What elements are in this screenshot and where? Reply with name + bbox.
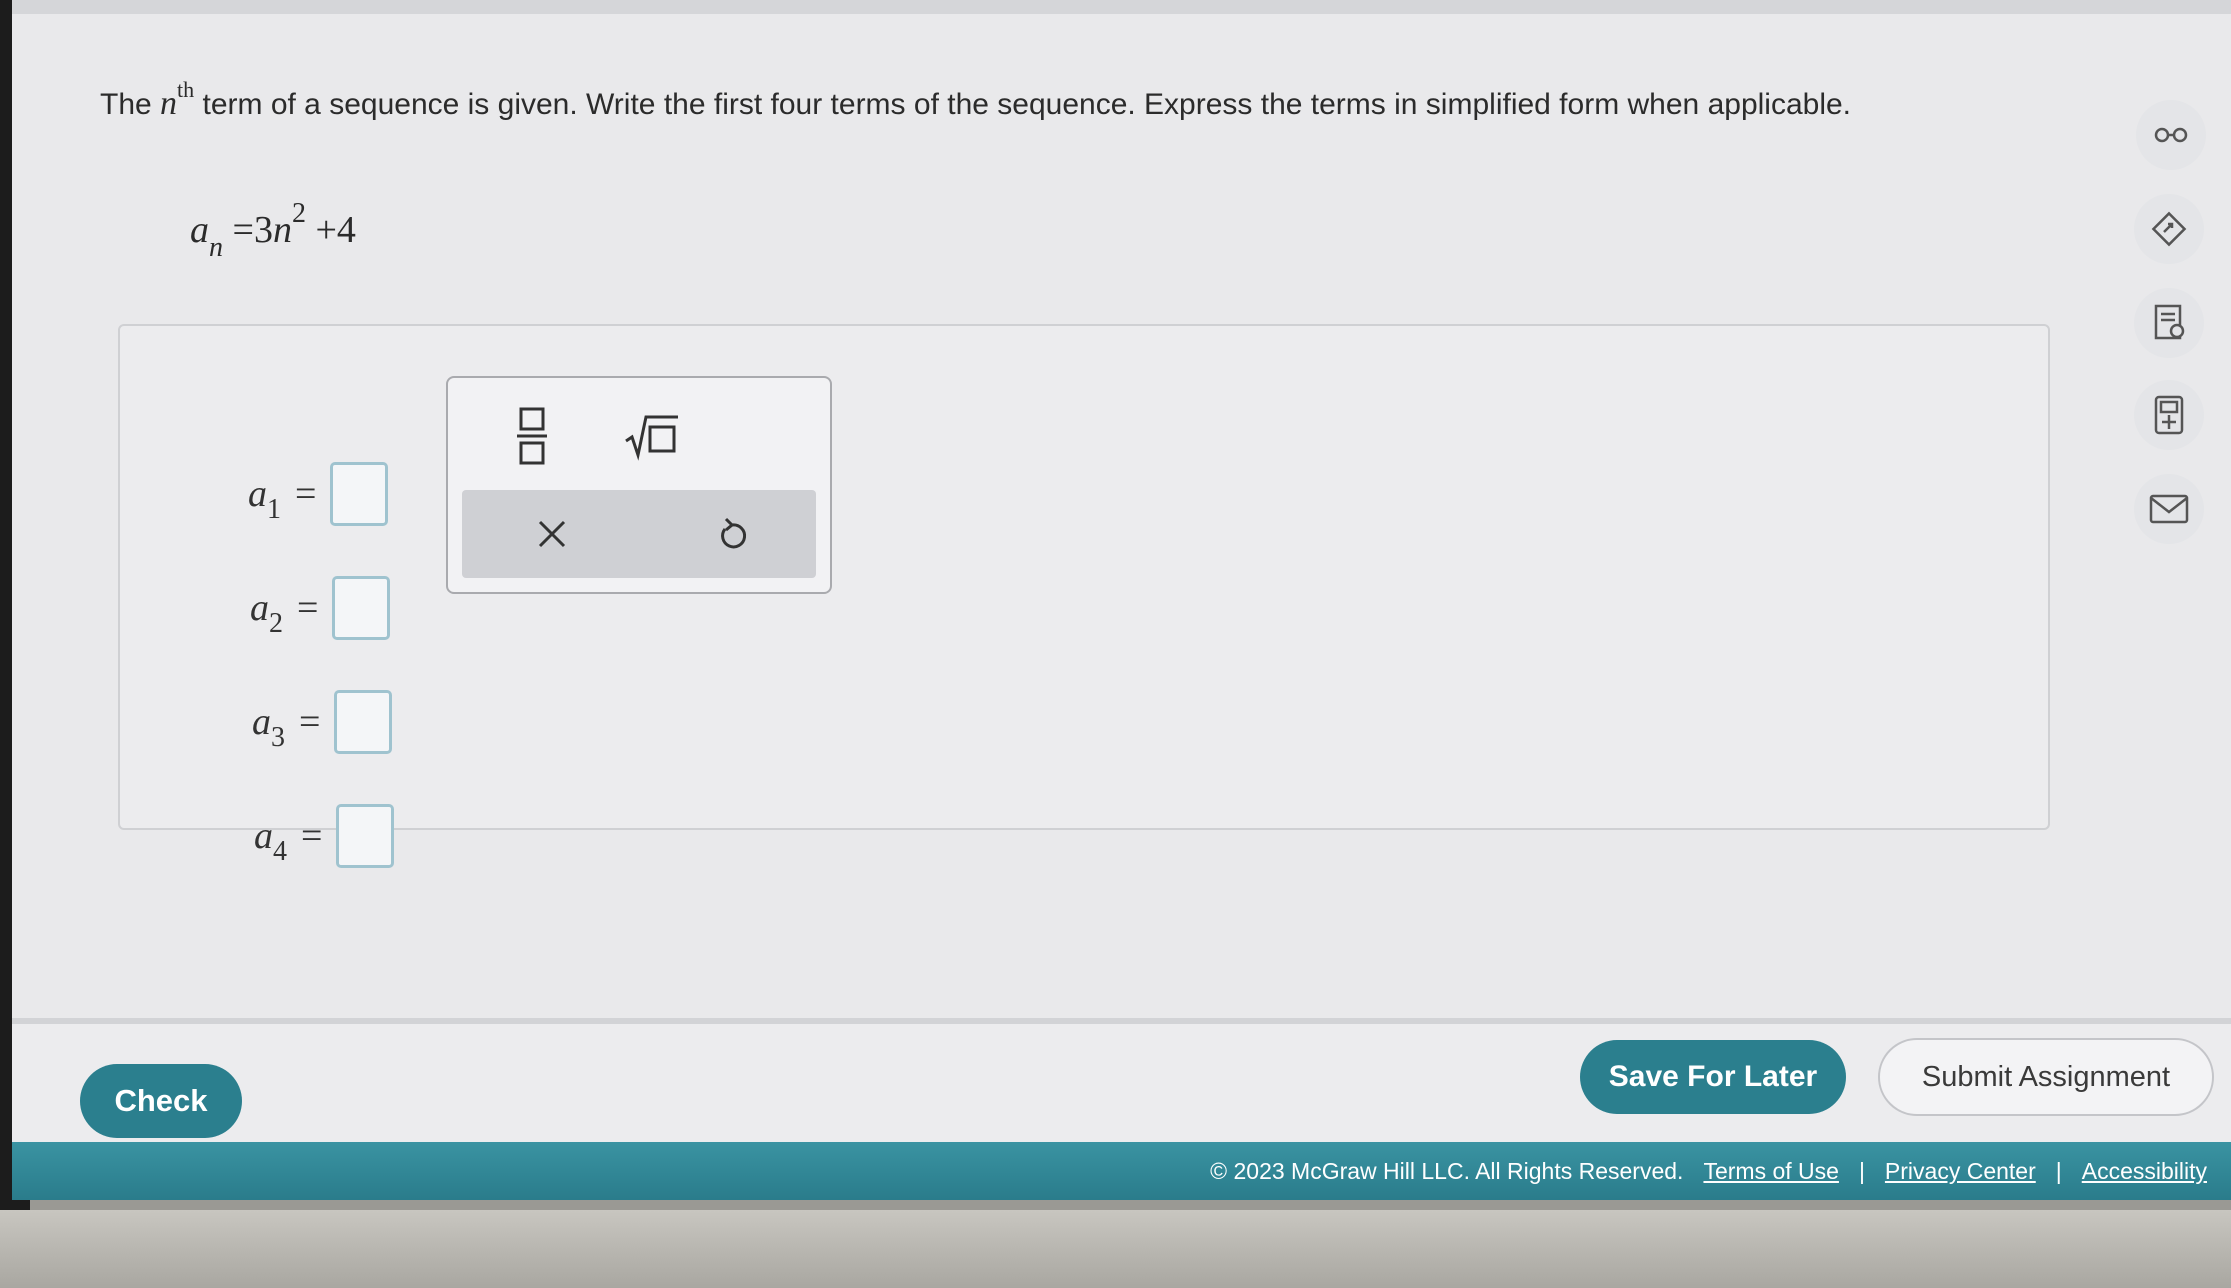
footer-separator: | xyxy=(2055,1157,2062,1184)
square-root-template-icon[interactable] xyxy=(608,398,696,474)
answer-label: a4 xyxy=(254,815,287,867)
terms-of-use-link[interactable]: Terms of Use xyxy=(1703,1158,1838,1185)
desk-surface xyxy=(0,1210,2231,1288)
formula-exp: 2 xyxy=(291,198,306,229)
check-button[interactable]: Check xyxy=(80,1064,242,1138)
answer-label: a3 xyxy=(252,701,285,753)
glasses-icon[interactable] xyxy=(2136,100,2206,170)
answer-row-a1: a1 = xyxy=(248,462,389,526)
math-palette xyxy=(446,376,832,594)
mail-icon[interactable] xyxy=(2134,474,2204,544)
calculator-icon[interactable] xyxy=(2134,380,2204,450)
formula-lhs: a xyxy=(190,209,209,251)
answer-input-a4[interactable] xyxy=(336,804,395,868)
answer-label: a1 xyxy=(248,473,281,525)
privacy-center-link[interactable]: Privacy Center xyxy=(1885,1158,2036,1185)
question-var-n: n xyxy=(160,85,178,122)
question-text-rest: term of a sequence is given. Write the f… xyxy=(194,88,1852,121)
formula-coef: 3 xyxy=(253,209,273,251)
copyright-text: © 2023 McGraw Hill LLC. All Rights Reser… xyxy=(1210,1157,1684,1184)
equals-sign: = xyxy=(301,815,323,857)
formula-tail: +4 xyxy=(315,209,356,251)
textbook-icon[interactable] xyxy=(2134,288,2204,358)
screen: The nth term of a sequence is given. Wri… xyxy=(12,0,2231,1200)
answer-panel xyxy=(118,324,2050,830)
undo-icon[interactable] xyxy=(702,504,762,564)
question-sup-th: th xyxy=(177,77,195,102)
formula-lhs-sub: n xyxy=(209,232,223,263)
footer-bar: © 2023 McGraw Hill LLC. All Rights Reser… xyxy=(12,1142,2231,1200)
palette-action-bar xyxy=(462,490,816,578)
sequence-formula: an =3n2 +4 xyxy=(190,198,356,263)
answer-input-a3[interactable] xyxy=(334,690,393,754)
answer-row-a3: a3 = xyxy=(252,690,393,754)
answer-label: a2 xyxy=(250,587,283,639)
tag-edit-icon[interactable] xyxy=(2134,194,2204,264)
submit-assignment-button[interactable]: Submit Assignment xyxy=(1878,1038,2214,1116)
formula-equals: = xyxy=(232,209,254,251)
formula-var: n xyxy=(272,209,292,251)
equals-sign: = xyxy=(299,701,321,743)
answer-row-a2: a2 = xyxy=(250,576,391,640)
clear-x-icon[interactable] xyxy=(522,504,582,564)
save-for-later-button[interactable]: Save For Later xyxy=(1580,1040,1846,1114)
accessibility-link[interactable]: Accessibility xyxy=(2082,1158,2207,1185)
answer-input-a2[interactable] xyxy=(332,576,391,640)
equals-sign: = xyxy=(297,587,319,629)
question-text-start: The xyxy=(100,88,161,121)
fraction-template-icon[interactable] xyxy=(488,398,576,474)
footer-separator: | xyxy=(1858,1157,1865,1184)
equals-sign: = xyxy=(295,473,317,515)
question-prompt: The nth term of a sequence is given. Wri… xyxy=(100,74,1980,127)
answer-row-a4: a4 = xyxy=(254,804,395,868)
answer-input-a1[interactable] xyxy=(330,462,389,526)
top-strip xyxy=(12,0,2231,14)
